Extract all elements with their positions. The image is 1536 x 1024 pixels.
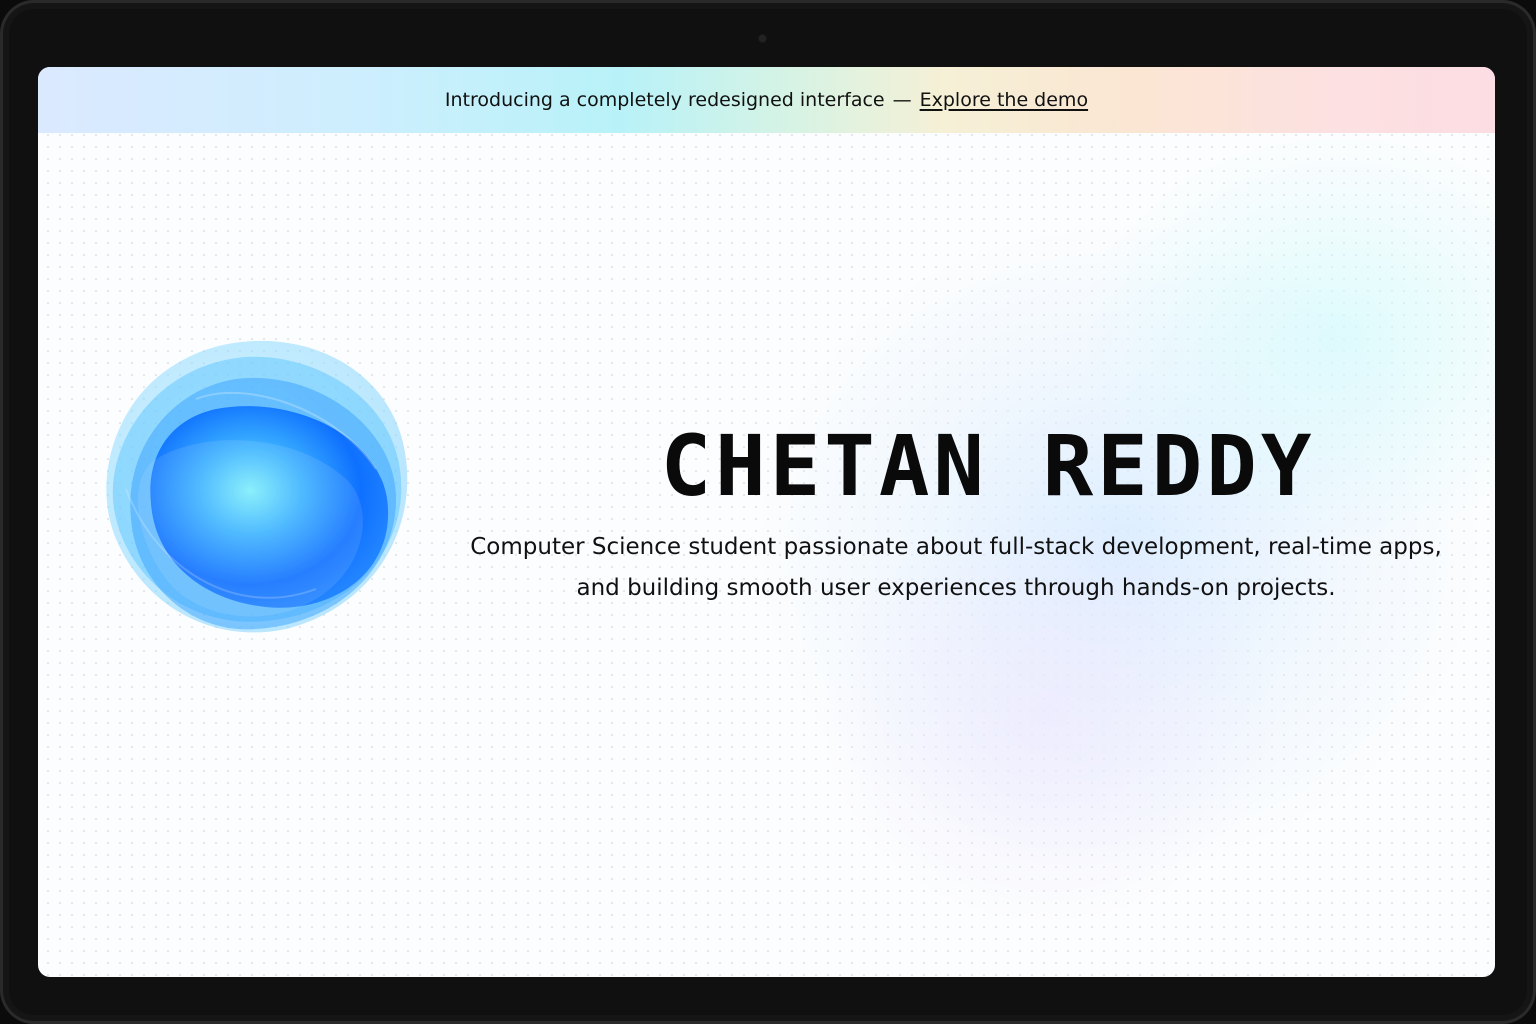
hero-tagline-line-1: Computer Science student passionate abou… [470, 534, 1442, 560]
announcement-banner: Introducing a completely redesigned inte… [38, 67, 1495, 133]
banner-message: Introducing a completely redesigned inte… [444, 89, 885, 111]
banner-separator: — [892, 89, 912, 111]
hero-tagline-line-2: and building smooth user experiences thr… [576, 575, 1336, 601]
hero-name: CHETAN REDDY [660, 417, 1316, 515]
explore-demo-link[interactable]: Explore the demo [920, 89, 1088, 111]
screen: Introducing a completely redesigned inte… [38, 67, 1495, 977]
camera-icon [759, 35, 766, 42]
blob-graphic [106, 340, 408, 633]
device-frame: Introducing a completely redesigned inte… [0, 0, 1536, 1024]
hero-tagline: Computer Science student passionate abou… [456, 527, 1456, 609]
